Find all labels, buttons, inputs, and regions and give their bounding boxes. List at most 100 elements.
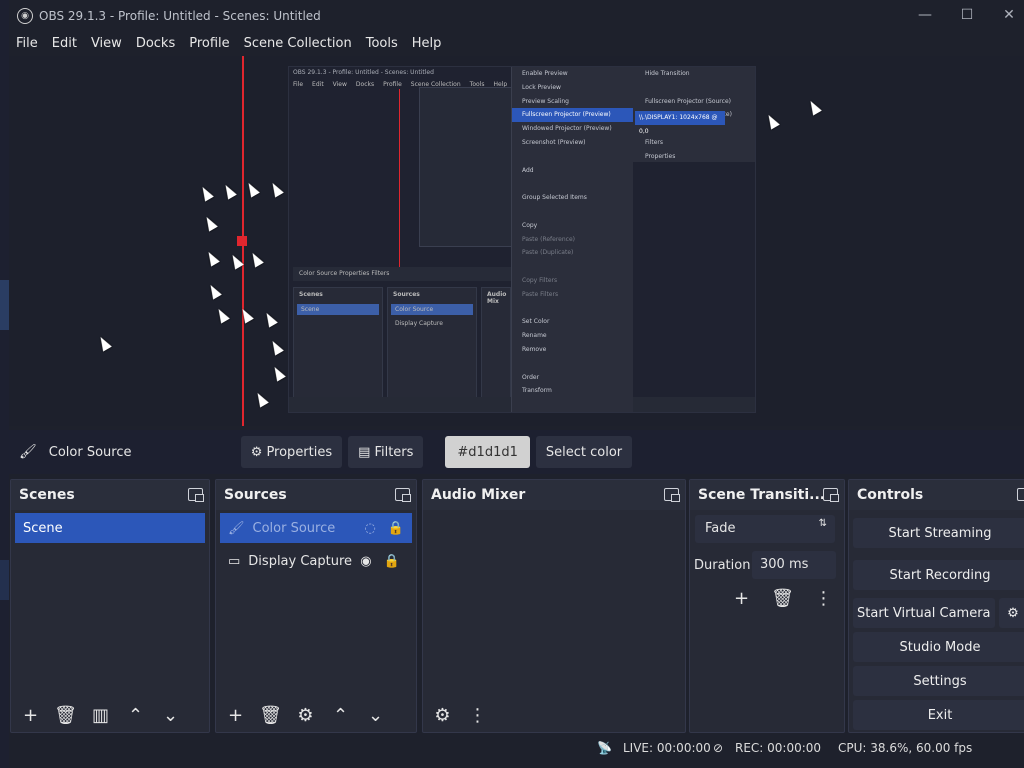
up-icon[interactable]: ⌃ [120,702,151,728]
advanced-audio-gear-icon[interactable]: ⚙ [427,702,458,728]
maximize-button[interactable]: ☐ [947,3,987,27]
float-dock-icon[interactable] [823,488,839,502]
float-dock-icon[interactable] [395,488,411,502]
menu-profile[interactable]: Profile [182,36,236,51]
start-virtual-camera-button[interactable]: Start Virtual Camera [853,598,995,628]
transitions-header: Scene Transiti... [690,480,844,510]
lock-icon[interactable]: 🔒 [388,521,404,536]
menu-help[interactable]: Help [405,36,449,51]
gear-icon[interactable]: ⚙ [290,702,321,728]
cursor-trail-icon [198,184,214,202]
obs-window: ◉ OBS 29.1.3 - Profile: Untitled - Scene… [9,0,1024,768]
stream-off-icon: 📡 [597,741,612,755]
filter-icon[interactable]: ▥ [85,702,116,728]
updown-icon: ⇅ [818,518,827,529]
close-button[interactable]: ✕ [989,3,1024,27]
brush-icon: 🖌 [228,520,245,536]
nested-sources-panel: Sources Color Source Display Capture [387,287,477,399]
down-icon[interactable]: ⌄ [155,702,186,728]
controls-dock: Controls Start Streaming Start Recording… [848,479,1024,733]
menu-tools[interactable]: Tools [359,36,405,51]
obs-logo-icon: ◉ [17,7,33,24]
menu-scene-collection[interactable]: Scene Collection [237,36,359,51]
nested-ctx-item: Resize output (source size) [512,412,633,413]
start-streaming-button[interactable]: Start Streaming [853,518,1024,548]
cursor-trail-icon [214,306,230,324]
nested-title: OBS 29.1.3 - Profile: Untitled - Scenes:… [293,69,434,76]
float-dock-icon[interactable] [664,488,680,502]
scene-item[interactable]: Scene [15,513,205,543]
gear-icon: ⚙ [250,444,263,460]
lock-icon[interactable]: 🔒 [384,554,400,569]
add-icon[interactable]: + [726,585,757,611]
nested-ctx-item: Copy Filters [522,276,558,284]
float-dock-icon[interactable] [188,488,204,502]
source-item-display-capture[interactable]: ▭ Display Capture ◉ 🔒 [220,546,412,576]
more-icon[interactable]: ⋮ [462,702,493,728]
title-bar: ◉ OBS 29.1.3 - Profile: Untitled - Scene… [9,0,1024,31]
cursor-trail-icon [268,338,284,356]
source-item-color-source[interactable]: 🖌 Color Source ◌ 🔒 [220,513,412,543]
transition-select[interactable]: Fade ⇅ [695,515,835,543]
menu-docks[interactable]: Docks [129,36,182,51]
minimize-button[interactable]: — [905,3,945,27]
nested-context-menu: Enable Preview Lock Preview Preview Scalin… [511,67,633,413]
nested-scenes-panel: Scenes Scene [293,287,383,399]
properties-button[interactable]: ⚙ Properties [240,436,343,468]
cursor-trail-icon [248,250,264,268]
monitor-icon: ▭ [228,553,241,569]
nested-source-bar: Color Source Properties Filters [293,267,513,281]
duration-spinbox[interactable]: 300 ms [752,551,836,579]
trash-icon[interactable]: 🗑 [767,585,798,611]
cursor-icon [806,98,822,116]
nested-ctx-item: Copy [522,221,538,229]
scenes-header: Scenes [11,480,209,510]
menu-edit[interactable]: Edit [45,36,84,51]
nested-ctx-item: Enable Preview [522,70,568,77]
settings-button[interactable]: Settings [853,666,1024,696]
studio-mode-button[interactable]: Studio Mode [853,632,1024,662]
nested-red-line [399,89,400,269]
start-recording-button[interactable]: Start Recording [853,560,1024,590]
duration-label: Duration [694,558,751,573]
nested-ctx-item: Screenshot (Preview) [522,138,586,146]
filter-icon: ▤ [358,444,371,460]
menu-view[interactable]: View [84,36,129,51]
filters-button[interactable]: ▤ Filters [348,436,424,468]
scenes-dock: Scenes Scene + 🗑 ▥ ⌃ ⌄ [10,479,210,733]
selected-source-name: Color Source [48,444,132,460]
live-timer: LIVE: 00:00:00 [623,741,711,755]
nested-ctx-item [512,357,633,371]
trash-icon[interactable]: 🗑 [50,702,81,728]
sources-header: Sources [216,480,416,510]
color-swatch: #d1d1d1 [445,436,530,468]
eye-hidden-icon[interactable]: ◌ [365,521,376,536]
cursor-trail-icon [268,180,284,198]
nested-ctx-item: Set Color [522,318,550,326]
preview-canvas[interactable]: OBS 29.1.3 - Profile: Untitled - Scenes:… [9,56,1024,426]
selection-handle[interactable] [237,236,247,246]
eye-icon[interactable]: ◉ [360,554,371,569]
select-color-button[interactable]: Select color [535,436,633,468]
scene-transitions-dock: Scene Transiti... Fade ⇅ Duration 300 ms… [689,479,845,733]
down-icon[interactable]: ⌄ [360,702,391,728]
float-dock-icon[interactable] [1017,488,1024,501]
cursor-icon [253,390,269,408]
exit-button[interactable]: Exit [853,700,1024,730]
menu-file[interactable]: File [9,36,45,51]
virtual-camera-gear-icon[interactable]: ⚙ [999,598,1024,628]
nested-ctx-item: Windowed Projector (Preview) [522,125,612,133]
trash-icon[interactable]: 🗑 [255,702,286,728]
add-icon[interactable]: + [15,702,46,728]
nested-ctx-item [512,205,633,219]
controls-header: Controls [849,480,1024,510]
cursor-icon [96,334,112,352]
cursor-trail-icon [204,249,220,267]
nested-ctx-item: Remove [522,345,547,353]
up-icon[interactable]: ⌃ [325,702,356,728]
add-icon[interactable]: + [220,702,251,728]
more-icon[interactable]: ⋮ [808,585,839,611]
audio-mixer-dock: Audio Mixer ⚙ ⋮ [422,479,686,733]
nested-ctx-item [512,260,633,274]
window-title: OBS 29.1.3 - Profile: Untitled - Scenes:… [39,8,321,23]
